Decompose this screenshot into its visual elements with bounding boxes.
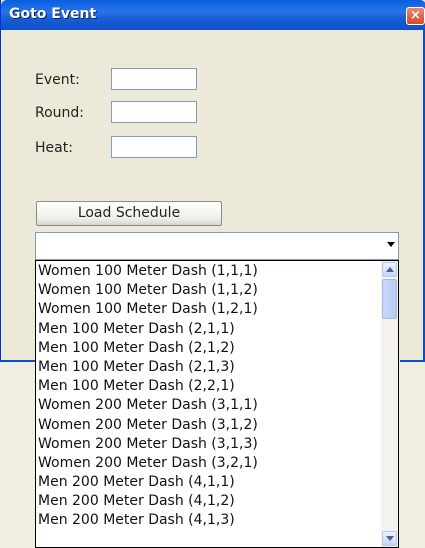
heat-label: Heat: <box>35 140 73 156</box>
load-schedule-button[interactable]: Load Schedule <box>36 201 222 226</box>
dropdown-scrollbar[interactable] <box>381 261 398 547</box>
event-label: Event: <box>35 72 80 88</box>
list-item[interactable]: Men 200 Meter Dash (4,1,1) <box>38 473 378 492</box>
list-item[interactable]: Women 200 Meter Dash (3,1,3) <box>38 435 378 454</box>
close-icon: × <box>410 8 421 23</box>
event-schedule-dropdown: Women 100 Meter Dash (1,1,1) Women 100 Me… <box>35 260 399 548</box>
scroll-down-icon <box>386 536 394 541</box>
list-item[interactable]: Men 200 Meter Dash (4,1,3) <box>38 511 378 530</box>
list-item[interactable]: Men 100 Meter Dash (2,2,1) <box>38 377 378 396</box>
event-field[interactable] <box>111 68 197 90</box>
list-item[interactable]: Men 100 Meter Dash (2,1,1) <box>38 320 378 339</box>
scroll-up-icon <box>386 267 394 272</box>
scroll-down-button[interactable] <box>382 531 397 546</box>
list-item[interactable]: Women 200 Meter Dash (3,1,2) <box>38 416 378 435</box>
close-button[interactable]: × <box>406 7 425 25</box>
list-item[interactable]: Women 100 Meter Dash (1,1,2) <box>38 281 378 300</box>
round-field[interactable] <box>111 101 197 123</box>
list-item[interactable]: Men 100 Meter Dash (2,1,3) <box>38 358 378 377</box>
event-list: Women 100 Meter Dash (1,1,1) Women 100 Me… <box>38 262 378 531</box>
list-item[interactable]: Men 200 Meter Dash (4,1,2) <box>38 492 378 511</box>
list-item[interactable]: Women 200 Meter Dash (3,2,1) <box>38 454 378 473</box>
list-item[interactable]: Women 100 Meter Dash (1,2,1) <box>38 300 378 319</box>
heat-field[interactable] <box>111 136 197 158</box>
list-item[interactable]: Women 100 Meter Dash (1,1,1) <box>38 262 378 281</box>
scrollbar-thumb[interactable] <box>382 279 397 319</box>
title-bar[interactable]: Goto Event × <box>1 0 425 30</box>
chevron-down-icon[interactable] <box>387 242 395 247</box>
list-item[interactable]: Women 200 Meter Dash (3,1,1) <box>38 396 378 415</box>
window-border-bottom-right <box>400 360 425 362</box>
scroll-up-button[interactable] <box>382 262 397 277</box>
event-schedule-combo[interactable] <box>35 232 399 260</box>
window-title: Goto Event <box>9 6 97 22</box>
window-border-bottom-left <box>1 360 36 362</box>
round-label: Round: <box>35 105 85 121</box>
list-item[interactable]: Men 100 Meter Dash (2,1,2) <box>38 339 378 358</box>
